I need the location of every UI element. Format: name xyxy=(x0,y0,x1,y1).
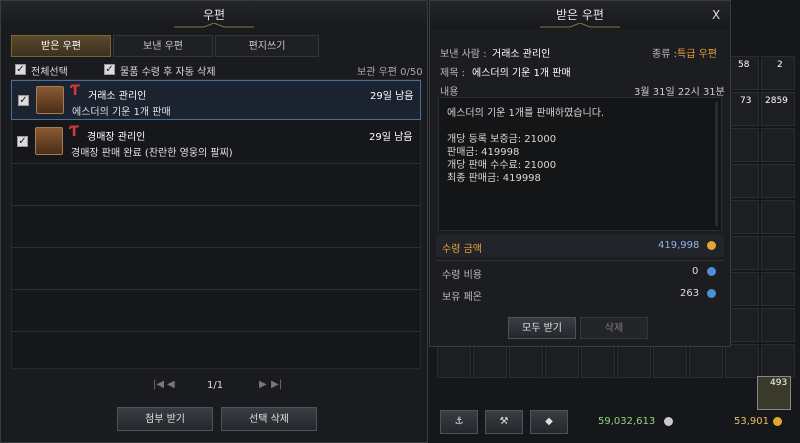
receive-all-button[interactable]: 모두 받기 xyxy=(508,317,576,339)
pheon-icon xyxy=(707,289,716,298)
inventory-slot[interactable] xyxy=(761,128,795,162)
inventory-slot[interactable] xyxy=(581,344,615,378)
stack-count: 2859 xyxy=(765,96,788,106)
stack-count: 73 xyxy=(740,96,752,106)
inventory-slot[interactable] xyxy=(617,344,651,378)
inventory-slot[interactable] xyxy=(761,164,795,198)
inventory-slot[interactable] xyxy=(761,344,795,378)
divider xyxy=(436,260,724,261)
inventory-slot[interactable] xyxy=(761,272,795,306)
inventory-slot[interactable] xyxy=(725,344,759,378)
tab-sent[interactable]: 보낸 우편 xyxy=(113,35,213,57)
chest-icon xyxy=(36,86,64,114)
stack-count: 493 xyxy=(770,378,788,388)
gem-icon[interactable]: ◆ xyxy=(530,410,568,434)
stack-count: 58 xyxy=(738,60,750,70)
delete-selected-button[interactable]: 선택 삭제 xyxy=(221,407,317,431)
receive-cost-label: 수령 비용 xyxy=(442,270,482,281)
chest-icon xyxy=(35,127,63,155)
body-line: 최종 판매금: 419998 xyxy=(447,173,541,184)
inventory-slot[interactable] xyxy=(473,344,507,378)
last-page-button[interactable]: ▶| xyxy=(271,379,282,390)
mailbox-window: 우편 받은 우편 보낸 우편 편지쓰기 ✓ 전체선택 ✓ 물품 수령 후 자동 … xyxy=(0,0,428,443)
row-divider xyxy=(11,163,421,164)
inventory-slot[interactable] xyxy=(761,308,795,342)
storage-count: 보관 우편 0/50 xyxy=(357,67,423,78)
pheon-icon xyxy=(707,267,716,276)
mail-checkbox[interactable]: ✓ xyxy=(17,136,28,147)
tab-compose[interactable]: 편지쓰기 xyxy=(215,35,319,57)
detail-sender: 거래소 관리인 xyxy=(492,49,551,60)
silver-amount: 59,032,613 xyxy=(598,416,656,427)
inventory-slot[interactable] xyxy=(437,344,471,378)
receive-amount: 419,998 xyxy=(658,240,700,251)
receive-cost: 0 xyxy=(692,266,699,277)
inventory-slot[interactable] xyxy=(509,344,543,378)
prev-page-button[interactable]: ◀ xyxy=(167,379,175,390)
mail-checkbox[interactable]: ✓ xyxy=(18,95,29,106)
row-divider xyxy=(11,247,421,248)
mail-body: 에스더의 기운 1개를 판매하였습니다. 개당 등록 보증금: 21000 판매… xyxy=(438,97,722,231)
sender-mark-icon: Ƭ xyxy=(69,124,79,140)
title-ornament-icon xyxy=(540,23,620,28)
mail-subject: 경매장 판매 완료 (찬란한 영웅의 팔찌) xyxy=(71,148,233,159)
body-line: 에스더의 기운 1개를 판매하였습니다. xyxy=(447,108,605,119)
inventory-slot[interactable] xyxy=(653,344,687,378)
mail-row[interactable]: ✓ Ƭ 거래소 관리인 에스더의 기운 1개 판매 29일 남음 xyxy=(11,80,421,120)
gold-coin-icon xyxy=(773,417,782,426)
anchor-icon[interactable]: ⚓ xyxy=(440,410,478,434)
receive-amount-label: 수령 금액 xyxy=(442,244,482,255)
inventory-slot[interactable] xyxy=(761,200,795,234)
title-ornament-icon xyxy=(174,23,254,28)
sender-mark-icon: Ƭ xyxy=(70,83,80,99)
row-divider xyxy=(11,331,421,332)
type-label: 종류 : xyxy=(652,49,677,60)
tab-inbox[interactable]: 받은 우편 xyxy=(11,35,111,57)
select-all-label: 전체선택 xyxy=(31,67,68,78)
owned-pheon-label: 보유 페온 xyxy=(442,292,482,303)
body-scrollbar[interactable] xyxy=(715,102,718,226)
inventory-slot[interactable] xyxy=(689,344,723,378)
mail-subject: 에스더의 기운 1개 판매 xyxy=(72,107,171,118)
mail-sender: 경매장 관리인 xyxy=(87,132,146,143)
mail-date: 3월 31일 22시 31분 xyxy=(634,87,725,98)
inventory-slot[interactable] xyxy=(545,344,579,378)
hammer-icon[interactable]: ⚒ xyxy=(485,410,523,434)
gold-coin-icon xyxy=(707,241,716,250)
inventory-slot[interactable] xyxy=(761,236,795,270)
close-icon[interactable]: X xyxy=(712,8,720,22)
row-divider xyxy=(11,289,421,290)
content-label: 내용 xyxy=(440,87,459,98)
mail-sender: 거래소 관리인 xyxy=(88,91,147,102)
first-page-button[interactable]: |◀ xyxy=(153,379,164,390)
delete-button[interactable]: 삭제 xyxy=(580,317,648,339)
type-value: 특급 우편 xyxy=(677,49,717,60)
sender-label: 보낸 사람 : xyxy=(440,49,487,60)
mail-detail-window: 받은 우편 X 보낸 사람 : 거래소 관리인 종류 : 특급 우편 제목 : … xyxy=(429,0,731,347)
detail-subject: 에스더의 기운 1개 판매 xyxy=(472,68,571,79)
subject-label: 제목 : xyxy=(440,68,465,79)
receive-attachment-button[interactable]: 첨부 받기 xyxy=(117,407,213,431)
page-indicator: 1/1 xyxy=(207,380,224,391)
mail-row[interactable]: ✓ Ƭ 경매장 관리인 경매장 판매 완료 (찬란한 영웅의 팔찌) 29일 남… xyxy=(11,122,421,162)
select-all-checkbox[interactable]: ✓ xyxy=(15,64,26,75)
stack-count: 2 xyxy=(777,60,783,70)
gold-amount: 53,901 xyxy=(734,416,769,427)
next-page-button[interactable]: ▶ xyxy=(259,379,267,390)
auto-delete-checkbox[interactable]: ✓ xyxy=(104,64,115,75)
mail-remaining: 29일 남음 xyxy=(369,132,413,143)
silver-coin-icon xyxy=(664,417,673,426)
auto-delete-label: 물품 수령 후 자동 삭제 xyxy=(120,67,216,78)
mail-remaining: 29일 남음 xyxy=(370,91,414,102)
row-divider xyxy=(11,205,421,206)
owned-pheon: 263 xyxy=(680,288,700,299)
